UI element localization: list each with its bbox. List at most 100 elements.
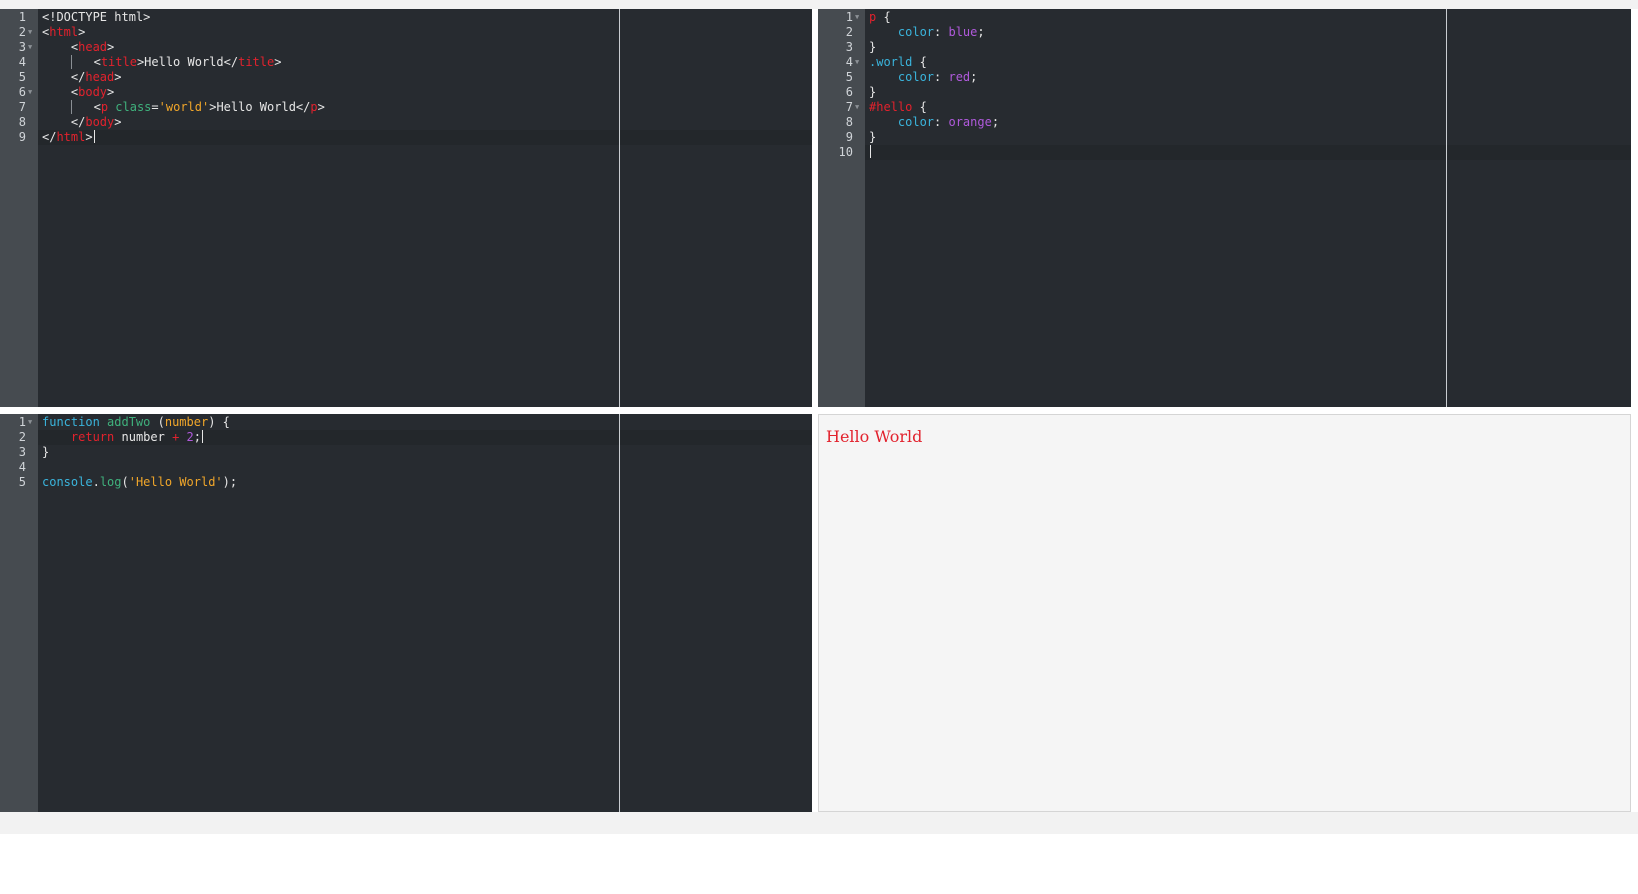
token: >Hello World</ [136, 55, 239, 69]
code-line[interactable]: 9} [818, 130, 1631, 145]
token: console [42, 475, 93, 489]
token: { [876, 10, 891, 24]
fold-toggle-icon[interactable]: ▼ [855, 10, 859, 25]
code-text: </html> [42, 130, 95, 145]
print-margin [619, 9, 620, 407]
code-text: color: red; [869, 70, 978, 85]
code-line[interactable]: 7 <p class='world'>Hello World</p> [0, 100, 812, 115]
code-line[interactable]: 4 <title>Hello World</title> [0, 55, 812, 70]
token: color [897, 25, 935, 39]
code-line[interactable]: 10 [839, 145, 1631, 160]
code-text: color: blue; [869, 25, 985, 40]
code-line[interactable]: 3 ▼ <head> [0, 40, 812, 55]
token: ); [222, 475, 238, 489]
code-text: function addTwo (number) { [42, 415, 230, 430]
token: : [934, 70, 949, 84]
top-bar [0, 0, 1638, 9]
code-line[interactable]: 2 color: blue; [818, 25, 1631, 40]
code-text: <p class='world'>Hello World</p> [42, 100, 325, 115]
token: log [99, 475, 122, 489]
token: . [92, 475, 100, 489]
line-number: 3 [845, 40, 853, 54]
text-cursor [93, 130, 95, 143]
code-line[interactable]: 1 <!DOCTYPE html> [0, 10, 812, 25]
code-line[interactable]: 7 ▼ #hello { [818, 100, 1631, 115]
token: } [869, 40, 877, 54]
preview-pane[interactable]: Hello World [818, 414, 1631, 812]
code-line[interactable]: 5 </head> [0, 70, 812, 85]
token: } [42, 445, 50, 459]
code-line[interactable]: 6} [818, 85, 1631, 100]
code-line[interactable]: 5 console.log('Hello World'); [0, 475, 812, 490]
js-editor-lines[interactable]: 1 ▼ function addTwo (number) {2 return num… [0, 414, 812, 812]
token: p [310, 100, 318, 114]
token: > [85, 130, 93, 144]
html-editor-lines[interactable]: 1 <!DOCTYPE html> 2 ▼ <html> 3 ▼ <head> 4 <titl… [0, 9, 812, 407]
token: title [100, 55, 137, 69]
token: red [948, 70, 971, 84]
line-number: 5 [18, 475, 26, 489]
code-line[interactable]: 1 ▼ p { [818, 10, 1631, 25]
code-line[interactable]: 8 </body> [0, 115, 812, 130]
code-line[interactable]: 4 [0, 460, 812, 475]
token: < [71, 100, 101, 114]
line-number: 6 [18, 85, 26, 99]
token: 'world' [158, 100, 210, 114]
line-number: 4 [18, 460, 26, 474]
css-editor-lines[interactable]: 1 ▼ p {2 color: blue; 3} 4 ▼ .world {5 color: … [818, 9, 1631, 407]
js-editor[interactable]: 1 ▼ function addTwo (number) {2 return num… [0, 414, 812, 812]
token: .world [869, 55, 913, 69]
line-number: 8 [845, 115, 853, 129]
css-editor[interactable]: 1 ▼ p {2 color: blue; 3} 4 ▼ .world {5 color: … [818, 9, 1631, 407]
token: head [85, 70, 115, 84]
code-text: <title>Hello World</title> [42, 55, 281, 70]
preview-paragraph: Hello World [826, 427, 923, 446]
code-text: } [42, 445, 49, 460]
line-number: 3 [18, 445, 26, 459]
code-line[interactable]: 1 ▼ function addTwo (number) { [0, 415, 812, 430]
code-line[interactable]: 4 ▼ .world { [818, 55, 1631, 70]
fold-toggle-icon[interactable]: ▼ [855, 55, 859, 70]
code-text: <head> [42, 40, 114, 55]
token: > [107, 85, 115, 99]
line-number: 6 [845, 85, 853, 99]
code-text: <html> [42, 25, 85, 40]
line-number: 7 [845, 100, 853, 114]
token: </ [42, 130, 57, 144]
fold-toggle-icon[interactable]: ▼ [28, 85, 32, 100]
code-line[interactable]: 8 color: orange; [818, 115, 1631, 130]
code-line[interactable]: 3} [818, 40, 1631, 55]
code-text: return number + 2; [42, 430, 203, 445]
code-text: .world { [869, 55, 927, 70]
fold-toggle-icon[interactable]: ▼ [28, 25, 32, 40]
token: function [42, 415, 100, 429]
code-line[interactable]: 3} [0, 445, 812, 460]
code-line[interactable]: 2 return number + 2; [19, 430, 812, 445]
fold-toggle-icon[interactable]: ▼ [28, 40, 32, 55]
html-editor[interactable]: 1 <!DOCTYPE html> 2 ▼ <html> 3 ▼ <head> 4 <titl… [0, 9, 812, 407]
token: return [70, 430, 115, 444]
print-margin [619, 414, 620, 812]
fold-toggle-icon[interactable]: ▼ [28, 415, 32, 430]
token: title [238, 55, 275, 69]
token: number [164, 415, 209, 429]
token: > [114, 115, 122, 129]
code-line[interactable]: 9 </html> [19, 130, 812, 145]
token: </ [42, 115, 86, 129]
token: } [869, 130, 877, 144]
token: : [934, 115, 949, 129]
code-line[interactable]: 2 ▼ <html> [0, 25, 812, 40]
code-line[interactable]: 6 ▼ <body> [0, 85, 812, 100]
token: head [78, 40, 108, 54]
code-text: color: orange; [869, 115, 999, 130]
token: class [115, 100, 152, 114]
token: < [42, 85, 79, 99]
code-line[interactable]: 5 color: red; [818, 70, 1631, 85]
token: } [869, 85, 877, 99]
token: body [85, 115, 115, 129]
fold-toggle-icon[interactable]: ▼ [855, 100, 859, 115]
